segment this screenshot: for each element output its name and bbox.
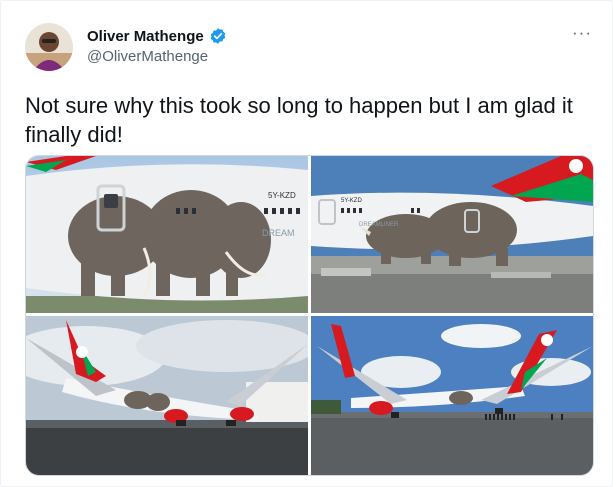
photo-rhino-livery[interactable]: 5Y-KZD DREAMLINER bbox=[311, 156, 593, 313]
photo-parked-plane-left[interactable] bbox=[26, 316, 308, 475]
tweet-card[interactable]: Oliver Mathenge @OliverMathenge ··· Not … bbox=[0, 0, 613, 487]
photo-parked-plane-right[interactable] bbox=[311, 316, 593, 475]
author-handle[interactable]: @OliverMathenge bbox=[87, 48, 208, 65]
tail-registration: 5Y-KZD bbox=[268, 191, 296, 200]
tail-registration: 5Y-KZD bbox=[341, 198, 362, 204]
photo-elephant-livery[interactable]: 5Y-KZD DREAM bbox=[26, 156, 308, 313]
more-options-icon[interactable]: ··· bbox=[569, 24, 595, 47]
media-grid: 5Y-KZD DREAM 5Y-KZD DREAMLINER bbox=[25, 155, 594, 476]
avatar[interactable] bbox=[25, 23, 73, 71]
fuselage-text: DREAM bbox=[262, 228, 295, 238]
fuselage-text: DREAMLINER bbox=[359, 222, 399, 228]
verified-badge-icon bbox=[209, 27, 227, 45]
display-name[interactable]: Oliver Mathenge bbox=[87, 28, 204, 45]
tweet-text: Not sure why this took so long to happen… bbox=[25, 93, 573, 147]
